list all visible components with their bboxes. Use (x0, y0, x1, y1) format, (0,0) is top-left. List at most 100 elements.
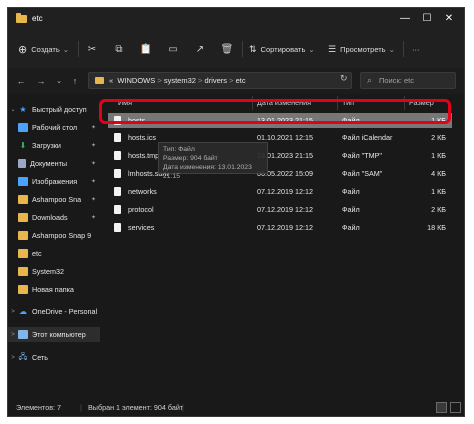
navigation-bar: ← → ⌄ ↑ « WINDOWS > system32 > drivers >… (8, 68, 464, 94)
paste-icon[interactable]: 📋 (138, 41, 154, 57)
maximize-button[interactable]: ☐ (418, 11, 436, 26)
file-type: Файл iCalendar (342, 133, 393, 142)
create-button[interactable]: ⊕ Создать ⌄ (18, 41, 69, 57)
computer-icon (18, 330, 28, 339)
breadcrumb: « WINDOWS > system32 > drivers > etc (109, 76, 246, 85)
sidebar-item-label: Downloads (32, 213, 68, 222)
copy-icon[interactable]: ⧉ (111, 41, 127, 57)
refresh-icon[interactable]: ↻ (340, 73, 348, 84)
pin-icon: ✦ (90, 161, 96, 167)
sidebar-item-downloads-folder[interactable]: Downloads ✦ (8, 210, 100, 225)
chevron-right-icon[interactable]: > (8, 332, 18, 338)
file-row-services[interactable]: services 07.12.2019 12:12 Файл 18 КБ (108, 220, 452, 235)
search-box[interactable]: ⌕ (360, 72, 456, 89)
file-icon (114, 223, 121, 232)
file-size: 1 КБ (431, 151, 446, 160)
folder-icon (16, 13, 27, 23)
create-label: Создать (31, 44, 60, 54)
chevron-down-icon: ⌄ (308, 44, 315, 54)
minimize-button[interactable]: — (396, 11, 414, 26)
recent-locations-button[interactable]: ⌄ (52, 73, 66, 89)
breadcrumb-etc[interactable]: etc (236, 76, 246, 85)
breadcrumb-separator: > (198, 76, 203, 85)
status-bar: Элементов: 7 | Выбран 1 элемент: 904 бай… (8, 398, 464, 416)
file-row-protocol[interactable]: protocol 07.12.2019 12:12 Файл 2 КБ (108, 202, 452, 217)
forward-button[interactable]: → (34, 73, 48, 89)
sidebar-item-etc[interactable]: etc (8, 246, 100, 261)
breadcrumb-windows[interactable]: WINDOWS (117, 76, 155, 85)
pictures-icon (18, 177, 28, 186)
view-button[interactable]: ☰ Просмотреть ⌄ (328, 41, 395, 57)
sidebar-item-label: Изображения (32, 177, 78, 186)
more-button[interactable]: ··· (412, 41, 420, 57)
sidebar-item-label: Быстрый доступ (32, 105, 87, 114)
share-icon[interactable]: ↗ (192, 41, 208, 57)
close-button[interactable]: ✕ (440, 11, 458, 26)
cut-icon[interactable]: ✂ (84, 41, 100, 57)
pin-icon: ✦ (90, 143, 96, 149)
file-type: Файл "SAM" (342, 169, 383, 178)
sidebar-item-documents[interactable]: Документы ✦ (8, 156, 100, 171)
tooltip-modified: Дата изменения: 13.01.2023 21:15 (163, 164, 252, 180)
file-size: 18 КБ (427, 223, 446, 232)
address-bar[interactable]: « WINDOWS > system32 > drivers > etc (88, 72, 352, 89)
folder-icon (18, 231, 28, 240)
view-label: Просмотреть (340, 44, 386, 54)
file-date: 01.10.2021 12:15 (257, 133, 313, 142)
toolbar-divider (242, 41, 243, 57)
sidebar-item-pictures[interactable]: Изображения ✦ (8, 174, 100, 189)
file-size: 4 КБ (431, 169, 446, 178)
tooltip-size: Размер: 904 байт (163, 155, 218, 162)
sidebar-item-label: OneDrive - Personal (32, 307, 98, 316)
file-name: hosts.ics (128, 133, 156, 142)
file-type: Файл (342, 205, 360, 214)
sidebar-item-onedrive[interactable]: > ☁ OneDrive - Personal (8, 304, 100, 319)
search-input[interactable] (379, 75, 451, 86)
sidebar-item-downloads[interactable]: ⬇ Загрузки ✦ (8, 138, 100, 153)
up-button[interactable]: ↑ (68, 73, 82, 89)
sort-button[interactable]: ⇅ Сортировать ⌄ (249, 41, 315, 57)
chevron-down-icon[interactable]: ⌄ (8, 106, 18, 113)
documents-icon (18, 159, 26, 168)
file-icon (114, 151, 121, 160)
chevron-down-icon: ⌄ (62, 44, 70, 54)
breadcrumb-overflow[interactable]: « (109, 76, 113, 85)
sidebar-item-network[interactable]: > 🖧 Сеть (8, 350, 100, 365)
selection-info: Выбран 1 элемент: 904 байт (88, 403, 184, 412)
folder-icon (18, 213, 28, 222)
sidebar-item-ashampoo-snap-9[interactable]: Ashampoo Snap 9 (8, 228, 100, 243)
rename-icon[interactable]: ▭ (165, 41, 181, 57)
title-bar: etc — ☐ ✕ (8, 8, 464, 30)
file-tooltip: Тип: Файл Размер: 904 байт Дата изменени… (158, 142, 268, 180)
tooltip-type: Тип: Файл (163, 146, 195, 153)
details-view-button[interactable] (436, 402, 447, 413)
sidebar-item-system32[interactable]: System32 (8, 264, 100, 279)
delete-icon[interactable]: 🗑 (219, 41, 235, 57)
chevron-right-icon[interactable]: > (8, 309, 18, 315)
tiles-view-button[interactable] (450, 402, 461, 413)
explorer-window: etc — ☐ ✕ ⊕ Создать ⌄ ✂ ⧉ 📋 ▭ ↗ 🗑 ⇅ Сорт… (7, 7, 465, 417)
breadcrumb-system32[interactable]: system32 (164, 76, 196, 85)
breadcrumb-drivers[interactable]: drivers (205, 76, 228, 85)
file-icon (114, 187, 121, 196)
sidebar-item-ashampoo-sna[interactable]: Ashampoo Sna ✦ (8, 192, 100, 207)
file-size: 2 КБ (431, 205, 446, 214)
search-icon: ⌕ (367, 75, 373, 85)
toolbar-divider (403, 41, 404, 57)
sidebar-item-label: Этот компьютер (32, 330, 86, 339)
file-row-networks[interactable]: networks 07.12.2019 12:12 Файл 1 КБ (108, 184, 452, 199)
file-type: Файл (342, 223, 360, 232)
window-title: etc (32, 14, 43, 23)
chevron-right-icon[interactable]: > (8, 355, 18, 361)
sort-icon: ⇅ (249, 43, 257, 54)
sidebar-item-this-pc[interactable]: > Этот компьютер (8, 327, 100, 342)
sidebar-item-label: Загрузки (32, 141, 61, 150)
pin-icon: ✦ (90, 215, 96, 221)
sidebar-item-quick-access[interactable]: ⌄ ★ Быстрый доступ (8, 102, 100, 117)
folder-icon (95, 77, 104, 84)
file-type: Файл "TMP" (342, 151, 382, 160)
back-button[interactable]: ← (14, 73, 28, 89)
sidebar-item-new-folder[interactable]: Новая папка (8, 282, 100, 297)
file-date: 07.12.2019 12:12 (257, 223, 313, 232)
sidebar-item-desktop[interactable]: Рабочий стол ✦ (8, 120, 100, 135)
